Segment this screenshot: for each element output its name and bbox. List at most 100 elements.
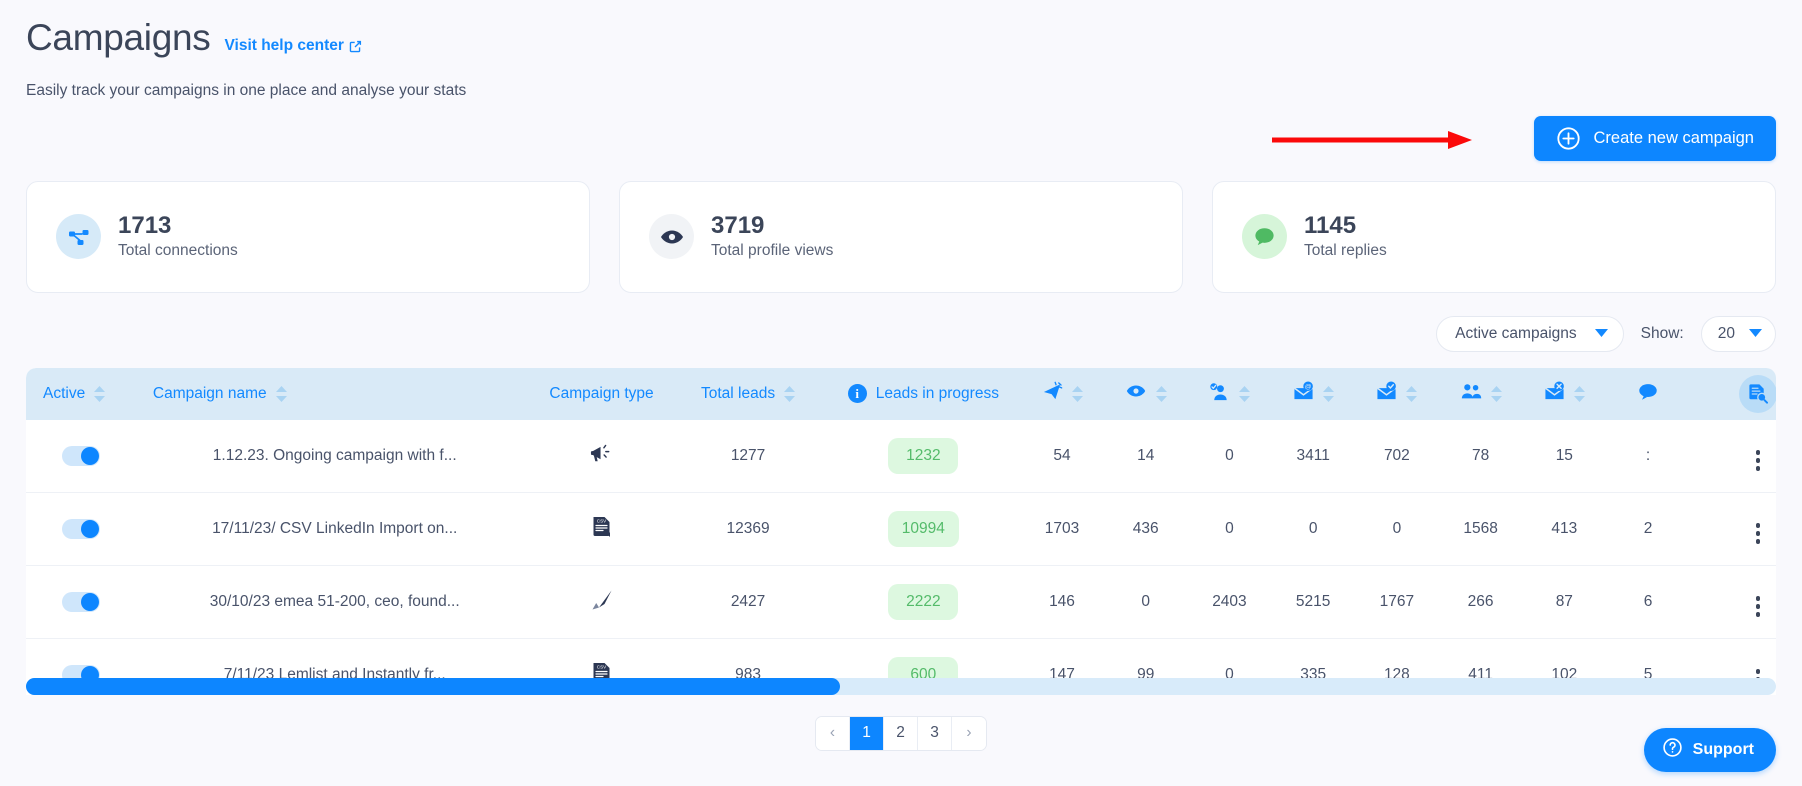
cell-metric: 0 (1187, 419, 1272, 494)
show-label: Show: (1640, 324, 1684, 342)
sort-arrows-icon[interactable] (94, 385, 106, 402)
stat-card-total-connections: 1713 Total connections (26, 180, 590, 293)
sort-arrows-icon[interactable] (1573, 385, 1585, 402)
cell-total-leads: 2427 (669, 565, 827, 640)
active-toggle[interactable] (61, 519, 100, 540)
sort-arrows-icon[interactable] (1155, 385, 1167, 402)
pagination-row: ‹ 1 2 3 › (0, 715, 1802, 751)
pagination-page-3[interactable]: 3 (918, 716, 952, 750)
table-row[interactable]: 1.12.23. Ongoing campaign with f... 1277… (26, 419, 1776, 494)
cell-row-menu[interactable] (1689, 565, 1776, 640)
table-row[interactable]: 17/11/23/ CSV LinkedIn Import on... CSV … (26, 492, 1776, 567)
sort-arrows-icon[interactable] (1238, 385, 1250, 402)
column-label: Leads in progress (875, 384, 999, 402)
cell-campaign-name[interactable]: 30/10/23 emea 51-200, ceo, found... (135, 565, 534, 640)
sort-arrows-icon[interactable] (1071, 385, 1083, 402)
cell-metric: 6 (1606, 565, 1690, 640)
cell-metric: 266 (1438, 565, 1523, 640)
active-toggle[interactable] (61, 446, 100, 467)
column-header-profile-views[interactable] (1103, 367, 1188, 420)
stat-value: 1145 (1304, 212, 1357, 240)
column-header-emails-bounced[interactable] (1522, 367, 1607, 420)
column-header-audience[interactable] (1438, 367, 1523, 420)
three-dots-vertical-icon[interactable] (1755, 450, 1761, 471)
cell-metric: : (1606, 419, 1690, 494)
cell-metric: 54 (1020, 419, 1104, 494)
horizontal-scrollbar-thumb[interactable] (26, 677, 840, 695)
cell-metric: 1568 (1438, 492, 1523, 567)
sort-arrows-icon[interactable] (784, 385, 796, 402)
table-head: Active Campaign name Campaign type Total… (26, 367, 1776, 420)
cell-metric: 413 (1522, 492, 1607, 567)
cell-campaign-type (533, 565, 670, 640)
campaign-status-filter-select[interactable]: Active campaigns (1436, 315, 1624, 352)
horizontal-scrollbar[interactable] (26, 677, 1776, 695)
leads-in-progress-pill: 1232 (888, 438, 959, 475)
three-dots-vertical-icon[interactable] (1755, 596, 1761, 617)
pagination-next-button[interactable]: › (952, 716, 986, 750)
document-search-icon[interactable] (1738, 374, 1776, 413)
cell-metric: 15 (1522, 419, 1607, 494)
cell-campaign-type (533, 419, 670, 494)
title-row: Campaigns Visit help center (26, 17, 1776, 59)
page-header: Campaigns Visit help center Easily track… (0, 0, 1802, 101)
cell-campaign-type: CSV (533, 492, 670, 567)
cell-active-toggle[interactable] (26, 565, 136, 640)
pagination-page-1[interactable]: 1 (850, 716, 884, 750)
cell-metric: 2 (1606, 492, 1690, 567)
table-header-row: Active Campaign name Campaign type Total… (26, 367, 1776, 420)
column-label: Total leads (701, 384, 776, 402)
sort-arrows-icon[interactable] (275, 385, 287, 402)
cell-metric: 146 (1020, 565, 1104, 640)
cell-active-toggle[interactable] (26, 492, 136, 567)
column-header-replies (1606, 367, 1690, 420)
table-row[interactable]: 30/10/23 emea 51-200, ceo, found... 2427… (26, 565, 1776, 640)
column-header-invites-sent[interactable] (1020, 367, 1104, 420)
page-size-select[interactable]: 20 (1700, 315, 1776, 352)
cell-campaign-name[interactable]: 1.12.23. Ongoing campaign with f... (135, 419, 534, 494)
active-toggle[interactable] (61, 592, 100, 613)
svg-text:CSV: CSV (596, 518, 606, 523)
pagination-prev-button[interactable]: ‹ (816, 716, 850, 750)
csv-file-icon: CSV (592, 516, 612, 542)
column-header-connections-accepted[interactable] (1187, 367, 1272, 420)
column-header-campaign-type: Campaign type (533, 367, 670, 420)
create-new-campaign-button[interactable]: Create new campaign (1534, 115, 1776, 161)
leads-in-progress-pill: 10994 (887, 511, 959, 548)
stat-value: 3719 (711, 212, 765, 240)
campaigns-table-container[interactable]: Active Campaign name Campaign type Total… (26, 367, 1776, 695)
external-link-icon (349, 40, 362, 53)
sort-arrows-icon[interactable] (1406, 385, 1418, 402)
question-circle-icon (1662, 737, 1683, 763)
page-subtitle: Easily track your campaigns in one place… (26, 81, 467, 99)
column-label: Active (43, 384, 86, 402)
pagination: ‹ 1 2 3 › (815, 715, 987, 751)
column-header-campaign-name[interactable]: Campaign name (135, 367, 534, 420)
sort-arrows-icon[interactable] (1322, 385, 1334, 402)
cell-metric: 0 (1271, 492, 1356, 567)
sort-arrows-icon[interactable] (1490, 385, 1502, 402)
cell-metric: 702 (1355, 419, 1439, 494)
cell-metric: 1703 (1020, 492, 1104, 567)
cell-total-leads: 12369 (669, 492, 827, 567)
three-dots-vertical-icon[interactable] (1755, 523, 1761, 544)
svg-text:CSV: CSV (596, 664, 606, 669)
cell-metric: 0 (1355, 492, 1439, 567)
cell-row-menu[interactable] (1689, 492, 1776, 567)
column-header-active[interactable]: Active (26, 367, 136, 420)
filter-bar: Active campaigns Show: 20 (0, 293, 1802, 352)
column-header-emails-sent[interactable]: @ (1271, 367, 1356, 420)
column-header-total-leads[interactable]: Total leads (669, 367, 827, 420)
cell-campaign-name[interactable]: 17/11/23/ CSV LinkedIn Import on... (135, 492, 534, 567)
pagination-page-2[interactable]: 2 (884, 716, 918, 750)
support-button[interactable]: Support (1643, 728, 1776, 772)
people-group-icon (1460, 381, 1482, 406)
column-header-report[interactable] (1689, 367, 1776, 420)
page-title: Campaigns (26, 17, 211, 58)
info-icon[interactable]: i (847, 384, 867, 404)
cell-row-menu[interactable] (1689, 419, 1776, 494)
cell-active-toggle[interactable] (26, 419, 136, 494)
visit-help-center-link[interactable]: Visit help center (224, 37, 361, 55)
help-link-label: Visit help center (224, 37, 344, 54)
column-header-emails-delivered[interactable] (1355, 367, 1439, 420)
